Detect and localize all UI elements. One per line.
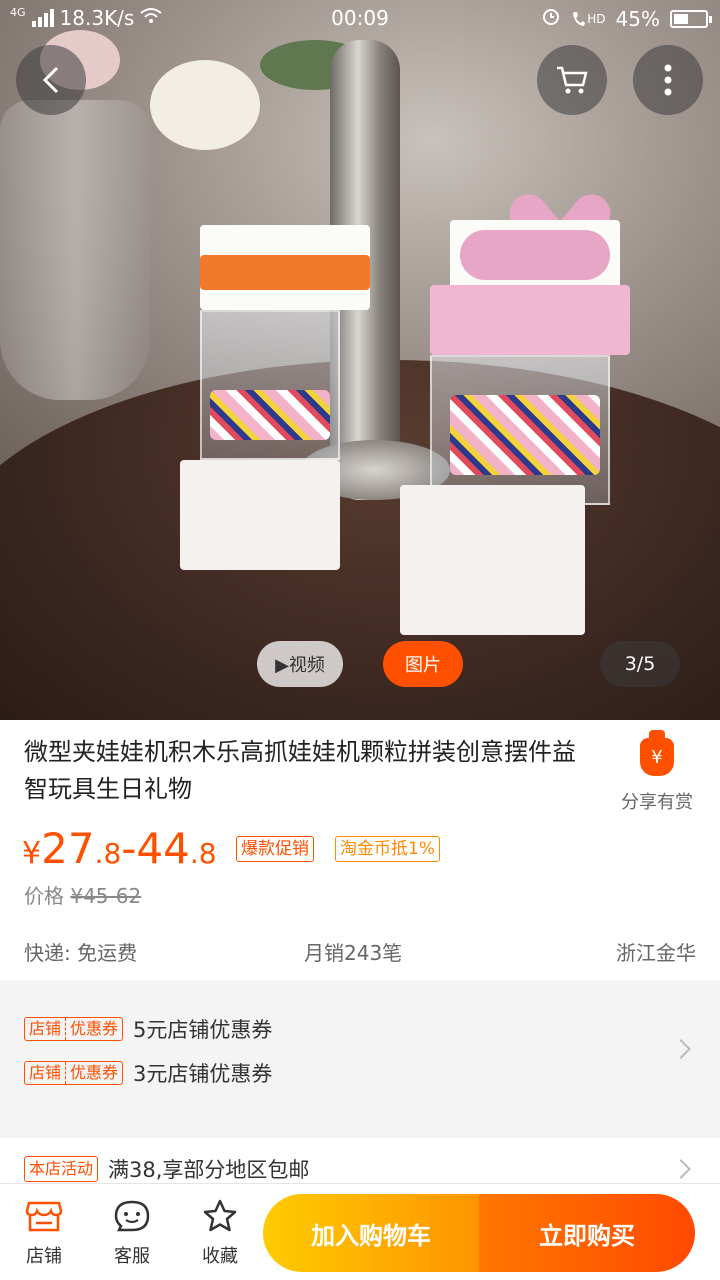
chevron-right-icon <box>671 1159 691 1179</box>
price-low-int: 27 <box>41 824 95 873</box>
star-icon <box>180 1196 260 1236</box>
clock: 00:09 <box>331 6 389 30</box>
coupon-row: 店铺 优惠券 5元店铺优惠券 <box>24 1014 272 1044</box>
favorite-label: 收藏 <box>202 1246 238 1267</box>
hd-label: HD <box>587 11 606 26</box>
battery-percent: 45% <box>615 6 660 31</box>
coupon-section[interactable]: 店铺 优惠券 5元店铺优惠券 店铺 优惠券 3元店铺优惠券 <box>0 990 720 1120</box>
chat-face-icon <box>92 1196 172 1236</box>
favorite-tab[interactable]: 收藏 <box>180 1196 260 1268</box>
share-reward-button[interactable]: ¥ 分享有赏 <box>612 730 702 814</box>
photo-claw-machine-orange <box>170 225 380 575</box>
battery-icon <box>670 9 712 28</box>
money-bag-icon: ¥ <box>640 730 674 776</box>
hot-promo-badge: 爆款促销 <box>236 836 314 862</box>
activity-tag: 本店活动 <box>24 1156 99 1182</box>
shipping-info: 快递: 免运费 <box>24 941 138 965</box>
alarm-icon <box>541 6 561 31</box>
buy-now-button[interactable]: 立即购买 <box>479 1194 695 1272</box>
activity-content: 本店活动 满38,享部分地区包邮 <box>24 1154 309 1184</box>
cart-icon <box>557 66 588 94</box>
monthly-sales: 月销243笔 <box>304 941 403 965</box>
ship-location: 浙江金华 <box>616 941 696 965</box>
price-low-dec: .8 <box>94 837 122 870</box>
customer-service-tab[interactable]: 客服 <box>92 1196 172 1268</box>
coupon-tag: 店铺 优惠券 <box>24 1017 124 1041</box>
coin-discount-badge: 淘金币抵1% <box>335 836 440 862</box>
chevron-right-icon <box>671 1039 691 1059</box>
photo-vase <box>0 100 150 400</box>
coupon-tag-shop: 店铺 <box>29 1063 62 1082</box>
original-price-label: 价格 <box>24 884 64 908</box>
purchase-buttons: 加入购物车 立即购买 <box>263 1194 695 1272</box>
photo-claw-machine-pink <box>380 175 640 645</box>
coupon-text: 5元店铺优惠券 <box>133 1018 273 1042</box>
coupon-tag-shop: 店铺 <box>29 1019 62 1038</box>
shop-icon <box>4 1196 84 1236</box>
coupon-tag: 店铺 优惠券 <box>24 1061 124 1085</box>
video-tab[interactable]: ▶视频 <box>257 641 343 687</box>
money-bag-symbol: ¥ <box>651 747 663 768</box>
price-high-int: 44 <box>136 824 190 873</box>
photo-flower <box>150 60 260 150</box>
currency-symbol: ¥ <box>22 836 42 871</box>
hd-call-icon: HD <box>571 10 606 28</box>
more-vertical-icon <box>664 64 672 96</box>
customer-service-label: 客服 <box>114 1246 150 1267</box>
product-image[interactable] <box>0 0 720 720</box>
photo-tab[interactable]: 图片 <box>383 641 463 687</box>
more-button[interactable] <box>633 45 703 115</box>
add-to-cart-button[interactable]: 加入购物车 <box>263 1194 479 1272</box>
coupon-text: 3元店铺优惠券 <box>133 1062 273 1086</box>
activity-text: 满38,享部分地区包邮 <box>108 1158 310 1182</box>
shop-label: 店铺 <box>26 1246 62 1267</box>
shop-tab[interactable]: 店铺 <box>4 1196 84 1268</box>
chevron-left-icon <box>42 66 59 94</box>
share-label: 分享有赏 <box>621 792 693 813</box>
original-price: 价格 ¥45-62 <box>24 880 141 909</box>
coupon-tag-type: 优惠券 <box>65 1062 122 1084</box>
back-button[interactable] <box>16 45 86 115</box>
price-range: ¥ 27 .8 - 44 .8 <box>22 824 217 873</box>
coupon-row: 店铺 优惠券 3元店铺优惠券 <box>24 1058 272 1088</box>
product-title: 微型夹娃娃机积木乐高抓娃娃机颗粒拼装创意摆件益智玩具生日礼物 <box>24 738 576 803</box>
status-bar: 4G 18.3K/s 00:09 HD 45% <box>0 0 720 38</box>
product-info: 微型夹娃娃机积木乐高抓娃娃机颗粒拼装创意摆件益智玩具生日礼物 ¥ 分享有赏 ¥ … <box>0 720 720 980</box>
image-page-indicator: 3/5 <box>600 641 680 687</box>
cart-button[interactable] <box>537 45 607 115</box>
price-high-dec: .8 <box>189 837 217 870</box>
bottom-action-bar: 店铺 客服 收藏 加入购物车 立即购买 <box>0 1183 720 1280</box>
original-price-value: ¥45-62 <box>70 884 142 908</box>
coupon-tag-type: 优惠券 <box>65 1018 122 1040</box>
price-sep: - <box>121 824 137 873</box>
